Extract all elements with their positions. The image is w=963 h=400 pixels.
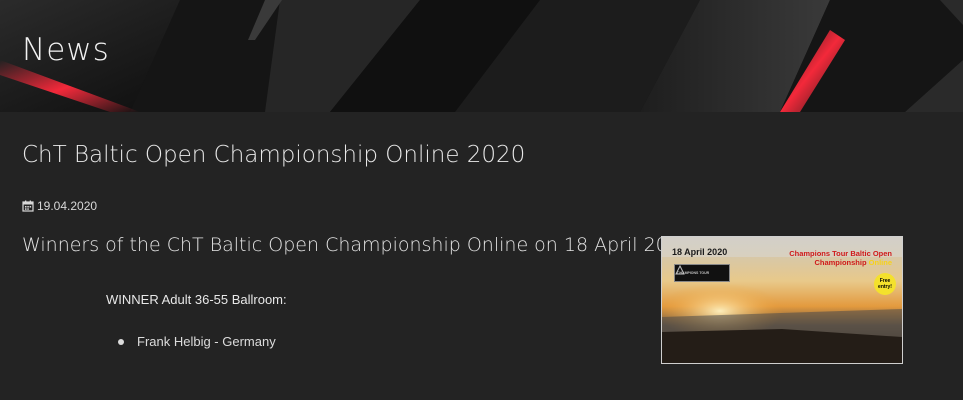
event-poster-image[interactable]: 18 April 2020 Champions Tour Baltic Open… xyxy=(661,236,903,364)
free-entry-badge: Free entry! xyxy=(874,273,896,295)
article-date: 19.04.2020 xyxy=(22,199,97,213)
date-text: 19.04.2020 xyxy=(37,199,98,213)
hero-background xyxy=(0,0,963,112)
bullet-icon xyxy=(118,338,124,345)
article-intro: Winners of the ChT Baltic Open Champions… xyxy=(22,234,699,256)
page-title: News xyxy=(22,32,110,68)
list-item: Frank Helbig - Germany xyxy=(118,334,276,349)
poster-headline: Champions Tour Baltic Open Championship … xyxy=(762,249,892,267)
hero-banner: News xyxy=(0,0,963,112)
poster-date: 18 April 2020 xyxy=(672,247,728,257)
logo-mark-icon xyxy=(675,265,685,275)
article-title[interactable]: ChT Baltic Open Championship Online 2020 xyxy=(22,142,525,168)
winner-category-heading: WINNER Adult 36-55 Ballroom: xyxy=(106,292,287,307)
winner-name: Frank Helbig - Germany xyxy=(137,334,276,349)
poster-headline-online: Online xyxy=(868,258,892,267)
winner-list: Frank Helbig - Germany xyxy=(118,334,276,349)
page: News ChT Baltic Open Championship Online… xyxy=(0,0,963,400)
calendar-icon xyxy=(22,200,34,212)
champions-tour-logo: CHAMPIONS TOUR xyxy=(674,264,730,282)
